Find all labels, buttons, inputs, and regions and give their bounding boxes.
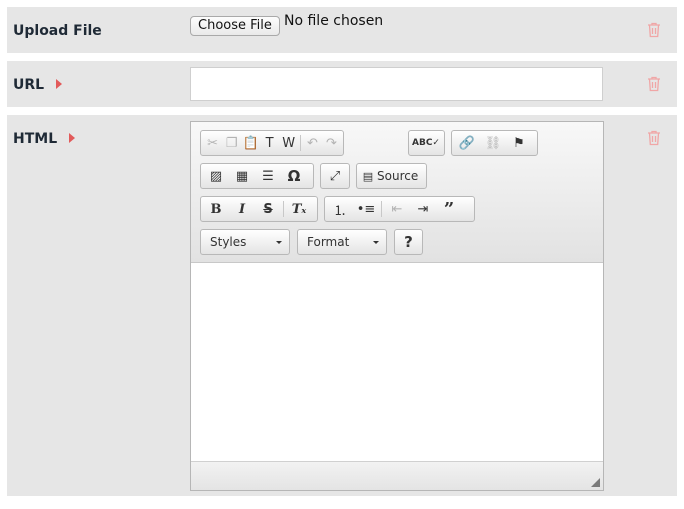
anchor-flag-icon[interactable]: ⚑ (506, 132, 532, 154)
styles-dropdown-label: Styles (210, 235, 247, 249)
paste-word-icon[interactable]: W (279, 132, 298, 154)
horizontal-rule-icon[interactable]: ☰ (255, 165, 281, 187)
file-status-text: No file chosen (284, 13, 384, 29)
trash-icon[interactable] (647, 130, 661, 146)
editor-toolbar: ✂ ❐ 📋 T W ↶ ↷ ABC✓ 🔗 ⛓ ⚑ ▨ ▦ ☰ Ω ⤢ ▤ Sou… (191, 122, 603, 263)
url-label-text: URL (13, 77, 45, 93)
upload-file-row: Upload File Choose File No file chosen (7, 7, 677, 53)
link-group: 🔗 ⛓ ⚑ (451, 130, 538, 156)
resize-handle-icon[interactable] (591, 478, 600, 487)
paste-icon[interactable]: 📋 (241, 132, 260, 154)
html-label: HTML (13, 131, 76, 147)
rich-text-editor: ✂ ❐ 📋 T W ↶ ↷ ABC✓ 🔗 ⛓ ⚑ ▨ ▦ ☰ Ω ⤢ ▤ Sou… (190, 121, 604, 491)
format-dropdown[interactable]: Format (297, 229, 387, 255)
help-group: ? (394, 229, 423, 255)
image-icon[interactable]: ▨ (203, 165, 229, 187)
italic-icon[interactable]: I (229, 198, 255, 220)
trash-icon[interactable] (647, 76, 661, 92)
source-button-label[interactable]: Source (377, 169, 418, 183)
spellcheck-group: ABC✓ (408, 130, 445, 156)
format-dropdown-label: Format (307, 235, 350, 249)
bold-icon[interactable]: B (203, 198, 229, 220)
blockquote-icon[interactable]: ” (436, 198, 462, 220)
chevron-down-icon (276, 241, 282, 244)
unlink-icon[interactable]: ⛓ (480, 132, 506, 154)
separator (300, 135, 301, 151)
outdent-icon[interactable]: ⇤ (384, 198, 410, 220)
separator (283, 201, 284, 217)
indent-icon[interactable]: ⇥ (410, 198, 436, 220)
special-char-icon[interactable]: Ω (281, 165, 307, 187)
help-icon[interactable]: ? (404, 233, 413, 251)
copy-icon[interactable]: ❐ (222, 132, 241, 154)
editor-footer (191, 461, 603, 490)
html-row: HTML ✂ ❐ 📋 T W ↶ ↷ ABC✓ 🔗 ⛓ ⚑ ▨ ▦ ☰ Ω ⤢ … (7, 115, 677, 496)
html-label-text: HTML (13, 131, 58, 147)
bulleted-list-icon[interactable]: •≡ (353, 198, 379, 220)
remove-format-icon[interactable]: Tₓ (286, 198, 312, 220)
maximize-icon[interactable]: ⤢ (323, 165, 347, 187)
paste-text-icon[interactable]: T (260, 132, 279, 154)
strikethrough-icon[interactable]: S (255, 198, 281, 220)
table-icon[interactable]: ▦ (229, 165, 255, 187)
url-label: URL (13, 77, 63, 93)
expand-arrow-icon[interactable] (56, 79, 63, 89)
maximize-group: ⤢ (320, 163, 350, 189)
undo-icon[interactable]: ↶ (303, 132, 322, 154)
trash-icon[interactable] (647, 22, 661, 38)
separator (381, 201, 382, 217)
chevron-down-icon (373, 241, 379, 244)
editor-content-area[interactable] (191, 263, 603, 462)
redo-icon[interactable]: ↷ (322, 132, 341, 154)
choose-file-button[interactable]: Choose File (190, 16, 280, 36)
url-input[interactable] (190, 67, 603, 101)
basic-styles-group: B I S Tₓ (200, 196, 318, 222)
insert-group: ▨ ▦ ☰ Ω (200, 163, 314, 189)
source-icon[interactable]: ▤ (359, 165, 377, 187)
paragraph-group: ⒈ •≡ ⇤ ⇥ ” (324, 196, 475, 222)
upload-file-label: Upload File (13, 23, 102, 39)
expand-arrow-icon[interactable] (69, 133, 76, 143)
numbered-list-icon[interactable]: ⒈ (327, 198, 353, 220)
styles-dropdown[interactable]: Styles (200, 229, 290, 255)
source-group: ▤ Source (356, 163, 427, 189)
cut-icon[interactable]: ✂ (203, 132, 222, 154)
url-row: URL (7, 61, 677, 107)
clipboard-group: ✂ ❐ 📋 T W ↶ ↷ (200, 130, 344, 156)
spellcheck-icon[interactable]: ABC✓ (411, 132, 441, 154)
link-icon[interactable]: 🔗 (454, 132, 480, 154)
